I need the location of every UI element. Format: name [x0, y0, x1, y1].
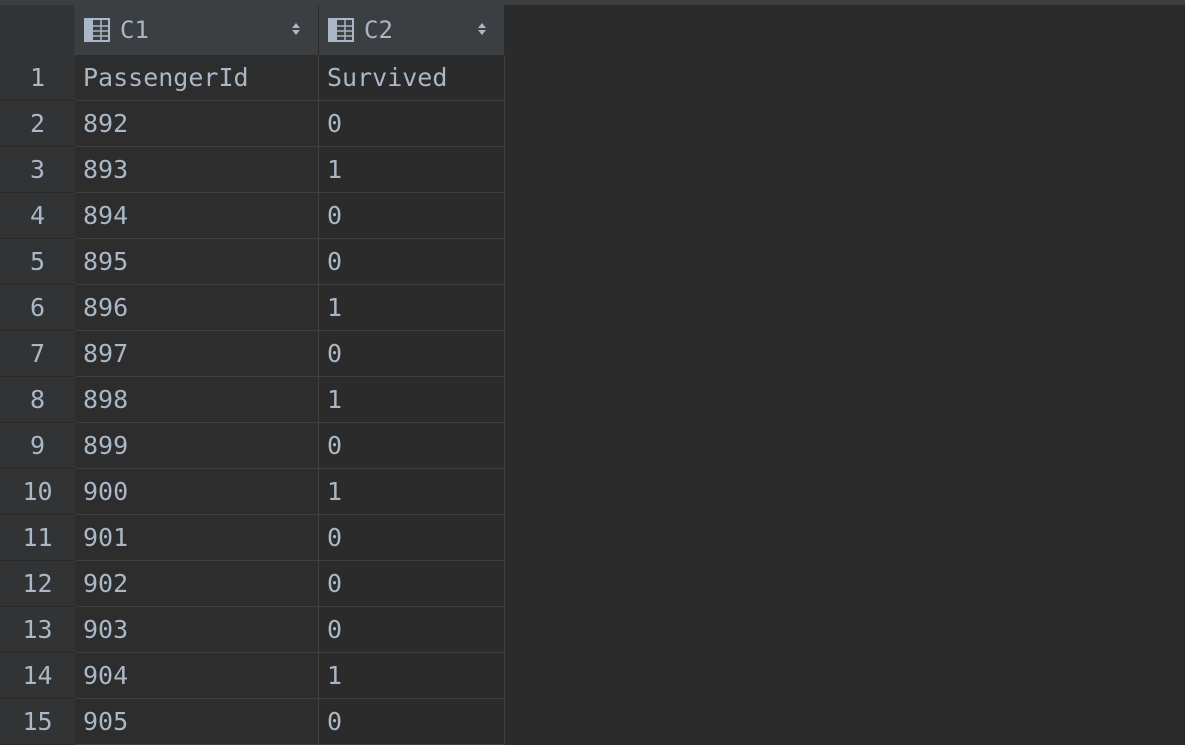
- table-row: 8 898 1: [0, 377, 505, 423]
- data-grid: C1 C2 1 PassengerId Survived 2 892 0 3 8…: [0, 5, 505, 745]
- column-label-c2: C2: [364, 16, 393, 44]
- grid-header: C1 C2: [0, 5, 505, 55]
- table-row: 7 897 0: [0, 331, 505, 377]
- table-row: 9 899 0: [0, 423, 505, 469]
- column-label-c1: C1: [120, 16, 149, 44]
- table-cell[interactable]: 898: [75, 377, 319, 423]
- table-row: 6 896 1: [0, 285, 505, 331]
- row-number: 9: [0, 423, 75, 469]
- table-cell[interactable]: 0: [319, 561, 505, 607]
- table-row: 15 905 0: [0, 699, 505, 745]
- table-cell[interactable]: 0: [319, 331, 505, 377]
- row-number: 15: [0, 699, 75, 745]
- table-cell[interactable]: 901: [75, 515, 319, 561]
- table-row: 11 901 0: [0, 515, 505, 561]
- table-cell[interactable]: Survived: [319, 55, 505, 101]
- table-cell[interactable]: 895: [75, 239, 319, 285]
- table-row: 4 894 0: [0, 193, 505, 239]
- table-row: 14 904 1: [0, 653, 505, 699]
- table-cell[interactable]: 897: [75, 331, 319, 377]
- table-cell[interactable]: 0: [319, 515, 505, 561]
- table-cell[interactable]: 900: [75, 469, 319, 515]
- table-cell[interactable]: 894: [75, 193, 319, 239]
- table-cell[interactable]: 0: [319, 423, 505, 469]
- row-number: 10: [0, 469, 75, 515]
- column-header-c1[interactable]: C1: [75, 5, 319, 55]
- table-cell[interactable]: 1: [319, 377, 505, 423]
- row-number: 7: [0, 331, 75, 377]
- row-number: 6: [0, 285, 75, 331]
- table-cell[interactable]: 893: [75, 147, 319, 193]
- row-number: 3: [0, 147, 75, 193]
- table-row: 2 892 0: [0, 101, 505, 147]
- table-row: 3 893 1: [0, 147, 505, 193]
- row-number: 13: [0, 607, 75, 653]
- table-icon: [84, 18, 110, 42]
- table-row: 10 900 1: [0, 469, 505, 515]
- table-cell[interactable]: 1: [319, 653, 505, 699]
- table-row: 12 902 0: [0, 561, 505, 607]
- row-number: 1: [0, 55, 75, 101]
- row-number-header: [0, 5, 75, 55]
- table-cell[interactable]: 1: [319, 469, 505, 515]
- table-cell[interactable]: 0: [319, 699, 505, 745]
- table-cell[interactable]: 0: [319, 239, 505, 285]
- row-number: 5: [0, 239, 75, 285]
- sort-arrows-icon[interactable]: [291, 18, 301, 40]
- table-row: 5 895 0: [0, 239, 505, 285]
- table-row: 13 903 0: [0, 607, 505, 653]
- row-number: 2: [0, 101, 75, 147]
- table-cell[interactable]: 0: [319, 607, 505, 653]
- row-number: 8: [0, 377, 75, 423]
- table-cell[interactable]: 1: [319, 147, 505, 193]
- table-cell[interactable]: PassengerId: [75, 55, 319, 101]
- table-row: 1 PassengerId Survived: [0, 55, 505, 101]
- row-number: 4: [0, 193, 75, 239]
- table-cell[interactable]: 1: [319, 285, 505, 331]
- table-cell[interactable]: 905: [75, 699, 319, 745]
- row-number: 11: [0, 515, 75, 561]
- table-cell[interactable]: 896: [75, 285, 319, 331]
- row-number: 14: [0, 653, 75, 699]
- table-cell[interactable]: 0: [319, 101, 505, 147]
- table-icon: [328, 18, 354, 42]
- table-cell[interactable]: 903: [75, 607, 319, 653]
- table-cell[interactable]: 0: [319, 193, 505, 239]
- table-cell[interactable]: 904: [75, 653, 319, 699]
- sort-arrows-icon[interactable]: [477, 18, 487, 40]
- column-header-c2[interactable]: C2: [319, 5, 505, 55]
- table-cell[interactable]: 902: [75, 561, 319, 607]
- row-number: 12: [0, 561, 75, 607]
- table-cell[interactable]: 899: [75, 423, 319, 469]
- table-cell[interactable]: 892: [75, 101, 319, 147]
